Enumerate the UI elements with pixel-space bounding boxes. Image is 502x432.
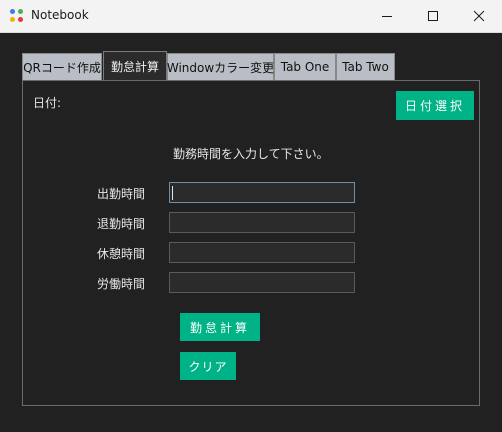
clear-button[interactable]: クリア (180, 352, 236, 380)
instruction-text: 勤務時間を入力して下さい。 (173, 147, 329, 161)
end-time-label: 退勤時間 (97, 217, 146, 231)
work-time-label: 労働時間 (97, 277, 146, 291)
tab-qr-code[interactable]: QRコード作成 (22, 53, 102, 80)
start-time-label: 出勤時間 (97, 187, 146, 201)
start-time-input[interactable] (169, 182, 355, 203)
attendance-panel: 日付: 日付選択 勤務時間を入力して下さい。 出勤時間 退勤時間 休憩時間 労働… (22, 80, 480, 406)
tab-window-color[interactable]: Windowカラー変更 (167, 53, 274, 80)
work-time-input[interactable] (169, 272, 355, 293)
window-client: QRコード作成 勤怠計算 Windowカラー変更 Tab One Tab Two… (0, 33, 502, 432)
title-bar: Notebook (0, 0, 502, 33)
end-time-input[interactable] (169, 212, 355, 233)
text-caret (172, 186, 173, 200)
select-date-button[interactable]: 日付選択 (396, 91, 474, 120)
window-title: Notebook (31, 8, 89, 22)
minimize-icon (382, 16, 392, 17)
calculate-button[interactable]: 勤怠計算 (180, 313, 260, 341)
tab-one[interactable]: Tab One (274, 53, 336, 80)
maximize-icon (428, 11, 438, 21)
maximize-button[interactable] (410, 0, 456, 32)
break-time-input[interactable] (169, 242, 355, 263)
tab-attendance[interactable]: 勤怠計算 (103, 51, 167, 81)
close-icon (473, 10, 485, 22)
minimize-button[interactable] (364, 0, 410, 32)
tab-two[interactable]: Tab Two (336, 53, 395, 80)
break-time-label: 休憩時間 (97, 247, 146, 261)
close-button[interactable] (456, 0, 502, 32)
date-label: 日付: (33, 96, 62, 110)
app-icon (10, 9, 24, 23)
